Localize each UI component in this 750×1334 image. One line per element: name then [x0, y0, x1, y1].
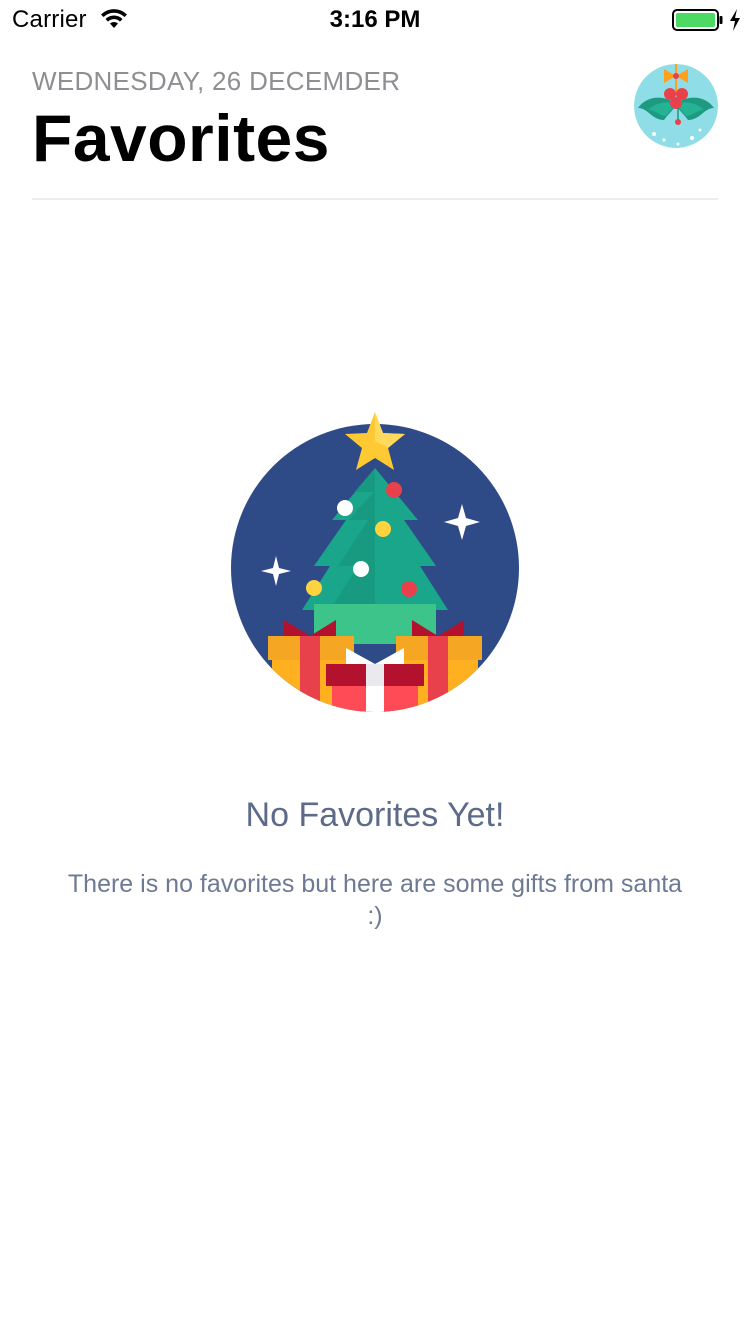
clock-time: 3:16 PM	[329, 6, 421, 33]
charging-icon	[730, 9, 740, 31]
empty-state-description: There is no favorites but here are some …	[67, 870, 683, 930]
status-bar: Carrier 3:16 PM	[0, 0, 750, 40]
battery-icon	[672, 9, 723, 31]
date-label: WEDNESDAY, 26 DECEMDER	[32, 66, 401, 96]
empty-state-title: No Favorites Yet!	[245, 796, 505, 834]
avatar[interactable]	[634, 64, 718, 148]
favorites-screen: Carrier 3:16 PM WEDNESDAY, 26 DECEMDER F…	[0, 0, 750, 1334]
page-header: WEDNESDAY, 26 DECEMDER Favorites	[32, 60, 718, 200]
holly-mistletoe-icon	[634, 64, 718, 148]
christmas-tree-gifts-icon	[231, 412, 519, 712]
page-title: Favorites	[32, 101, 330, 175]
